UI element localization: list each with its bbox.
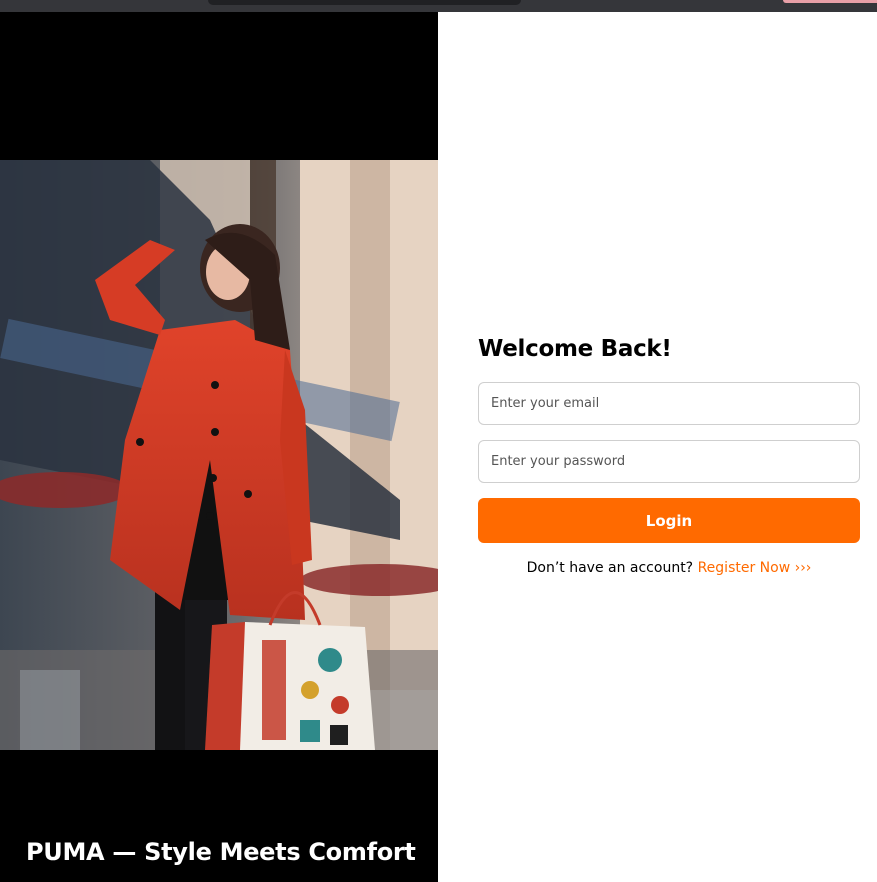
login-title: Welcome Back!	[478, 336, 672, 362]
address-bar[interactable]	[208, 0, 521, 5]
hero-image	[0, 160, 438, 750]
browser-chrome	[0, 0, 877, 12]
signup-prompt-row: Don’t have an account? Register Now ›››	[478, 560, 860, 576]
signup-prompt-text: Don’t have an account?	[526, 560, 694, 576]
email-input[interactable]	[478, 382, 860, 425]
hero-panel: PUMA — Style Meets Comfort	[0, 12, 438, 882]
brand-tagline: PUMA — Style Meets Comfort	[26, 838, 416, 866]
login-form: Welcome Back! Login Don’t have an accoun…	[478, 336, 860, 576]
register-link[interactable]: Register Now ›››	[698, 560, 812, 576]
password-input[interactable]	[478, 440, 860, 483]
login-button[interactable]: Login	[478, 498, 860, 543]
browser-profile-indicator[interactable]	[783, 0, 877, 3]
